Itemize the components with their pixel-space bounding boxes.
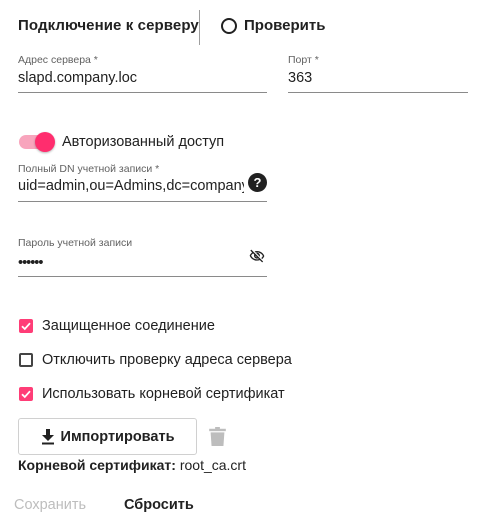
check-connection-label: Проверить	[244, 17, 326, 34]
secure-connection-checkbox[interactable]	[19, 319, 33, 333]
dn-label: Полный DN учетной записи *	[18, 163, 160, 175]
circle-icon	[221, 17, 237, 34]
dn-input[interactable]	[18, 178, 244, 194]
save-button[interactable]: Сохранить	[14, 497, 86, 513]
authorized-access-label: Авторизованный доступ	[62, 134, 225, 150]
password-label: Пароль учетной записи	[18, 237, 133, 249]
dn-underline	[18, 201, 267, 202]
port-input[interactable]	[288, 70, 466, 86]
password-input[interactable]: ••••••	[18, 255, 238, 271]
check-connection-button[interactable]: Проверить	[221, 17, 325, 34]
secure-connection-label: Защищенное соединение	[42, 318, 215, 334]
reset-button[interactable]: Сбросить	[124, 497, 194, 513]
skip-verify-label: Отключить проверку адреса сервера	[42, 352, 292, 368]
header-divider	[199, 10, 200, 45]
server-address-label: Адрес сервера *	[18, 54, 98, 66]
root-certificate-value: root_ca.crt	[179, 457, 246, 473]
port-underline	[288, 92, 468, 93]
use-root-cert-checkbox[interactable]	[19, 387, 33, 401]
visibility-off-icon[interactable]	[246, 248, 268, 264]
download-icon	[41, 428, 54, 444]
section-title: Подключение к серверу	[18, 17, 199, 34]
root-certificate-label: Корневой сертификат:	[18, 457, 176, 473]
checkmark-icon	[21, 322, 31, 331]
server-address-underline	[18, 92, 267, 93]
toggle-knob	[35, 132, 55, 152]
root-certificate-info: Корневой сертификат: root_ca.crt	[18, 457, 246, 473]
password-underline	[18, 276, 267, 277]
skip-verify-checkbox[interactable]	[19, 353, 33, 367]
trash-icon[interactable]	[209, 427, 226, 446]
server-address-input[interactable]	[18, 70, 266, 86]
use-root-cert-label: Использовать корневой сертификат	[42, 386, 285, 402]
checkmark-icon	[21, 390, 31, 399]
import-label: Импортировать	[60, 428, 175, 445]
port-label: Порт *	[288, 54, 319, 66]
help-icon[interactable]: ?	[248, 173, 267, 192]
authorized-access-toggle[interactable]	[19, 132, 55, 152]
import-button[interactable]: Импортировать	[18, 418, 197, 455]
